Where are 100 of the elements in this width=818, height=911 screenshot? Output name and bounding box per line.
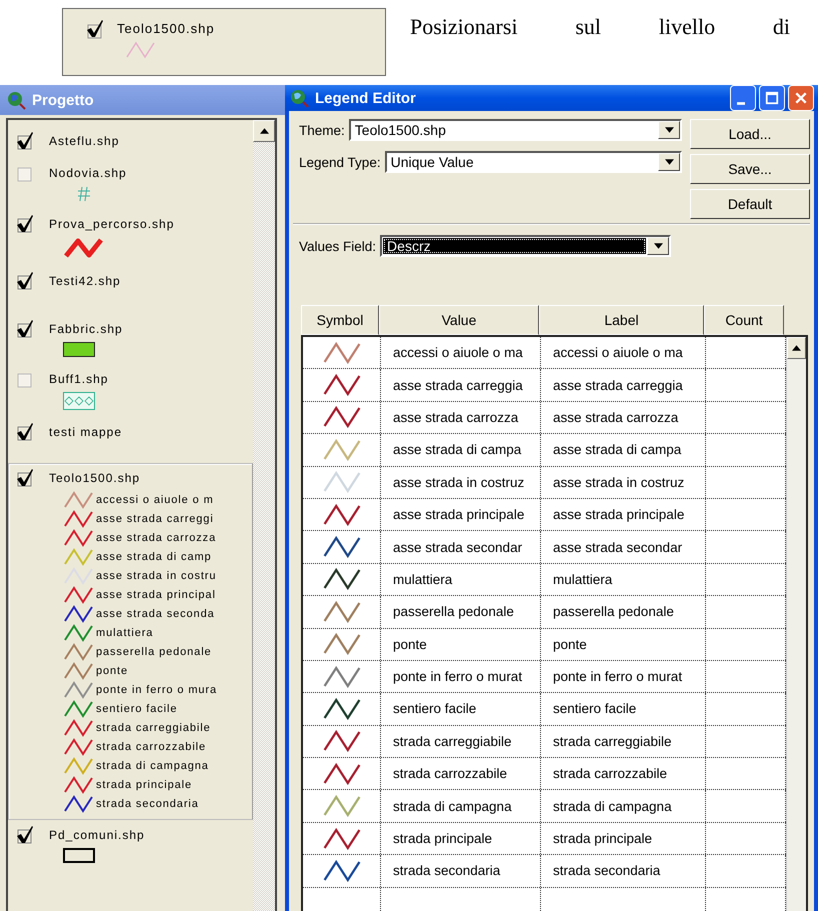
legend-label: strada principale <box>96 778 192 790</box>
theme-dropdown[interactable]: Teolo1500.shp <box>348 119 682 141</box>
zigzag-line-icon <box>125 40 156 60</box>
table-cell: ponte <box>553 636 587 652</box>
legend-label: asse strada principal <box>96 588 216 600</box>
theme-name[interactable]: Fabbric.shp <box>49 322 123 336</box>
legend-label: strada carreggiabile <box>96 722 211 734</box>
legend-label: mulattiera <box>96 626 154 638</box>
table-cell: asse strada in costruz <box>553 474 684 490</box>
field-label: Theme: <box>299 122 345 138</box>
legend-label: asse strada di camp <box>96 550 212 562</box>
table-cell: accessi o aiuole o ma <box>393 345 523 360</box>
close-button[interactable] <box>788 85 814 111</box>
dropdown-arrow-icon <box>664 127 674 133</box>
table-cell: passerella pedonale <box>553 604 674 620</box>
action-button[interactable]: Load... <box>690 119 810 149</box>
scroll-up-button[interactable] <box>253 120 275 142</box>
table-cell: strada carrozzabile <box>553 766 668 782</box>
checkbox[interactable] <box>15 468 35 488</box>
legend-type-dropdown[interactable]: Unique Value <box>384 151 682 173</box>
table-cell: ponte in ferro o murat <box>553 669 682 684</box>
theme-name[interactable]: Prova_percorso.shp <box>49 217 174 231</box>
legend-label: accessi o aiuole o m <box>96 494 214 506</box>
maximize-button[interactable] <box>759 85 785 111</box>
theme-row[interactable] <box>8 463 253 820</box>
table-cell: strada di campagna <box>553 798 672 814</box>
checkbox[interactable] <box>15 214 35 234</box>
table-cell: asse strada di campa <box>393 442 522 458</box>
up-arrow-icon <box>260 128 268 134</box>
close-icon <box>794 91 808 105</box>
table-cell: asse strada secondar <box>393 540 522 555</box>
table-cell: strada carreggiabile <box>393 734 512 749</box>
legend-label: ponte in ferro o mura <box>96 684 218 696</box>
legend-label: asse strada in costru <box>96 570 216 582</box>
table-cell: strada carrozzabile <box>393 766 508 782</box>
legend-label: ponte <box>96 664 128 676</box>
table-cell: ponte <box>393 636 427 652</box>
theme-name[interactable]: Buff1.shp <box>49 372 108 386</box>
legend-label: passerella pedonale <box>96 646 212 658</box>
table-cell: strada principale <box>393 831 492 846</box>
table-cell: strada secondaria <box>553 863 660 878</box>
checkbox[interactable] <box>15 131 35 151</box>
dropdown-arrow-icon <box>664 159 674 165</box>
body-text: Posizionarsi sul livello di <box>410 14 790 40</box>
maximize-icon <box>765 91 779 105</box>
action-button[interactable]: Default <box>690 189 810 219</box>
table-cell: strada di campagna <box>393 798 512 814</box>
table-cell: passerella pedonale <box>393 604 514 620</box>
legend-label: strada secondaria <box>96 798 199 810</box>
table-cell: asse strada carreggia <box>393 378 523 393</box>
table-cell: asse strada carrozza <box>393 410 518 425</box>
scroll-up-button[interactable] <box>787 337 806 359</box>
theme-name[interactable]: Nodovia.shp <box>49 166 127 180</box>
theme-name[interactable]: testi mappe <box>49 425 122 439</box>
legend-label: asse strada carreggi <box>96 512 214 524</box>
table-cell: asse strada principale <box>553 507 684 522</box>
window-title: Progetto <box>32 92 94 108</box>
scrollbar[interactable] <box>786 337 806 911</box>
column-header[interactable]: Count <box>704 305 784 335</box>
table-cell: sentiero facile <box>393 701 476 716</box>
checkbox[interactable] <box>15 422 35 442</box>
table-cell: strada secondaria <box>393 863 500 878</box>
column-header[interactable]: Value <box>379 305 539 335</box>
legend-label: asse strada seconda <box>96 608 215 620</box>
layer-name: Teolo1500.shp <box>117 21 215 36</box>
theme-name[interactable]: Pd_comuni.shp <box>49 828 145 842</box>
window-title: Legend Editor <box>315 90 417 106</box>
theme-name[interactable]: Testi42.shp <box>49 274 121 288</box>
table-cell: sentiero facile <box>553 701 636 716</box>
checkbox[interactable] <box>15 825 35 845</box>
minimize-icon <box>737 102 745 104</box>
action-button[interactable]: Save... <box>690 154 810 184</box>
dropdown-arrow-icon <box>654 243 662 249</box>
table-cell: asse strada principale <box>393 507 524 522</box>
table-cell: mulattiera <box>393 572 452 587</box>
globe-icon <box>289 88 309 108</box>
field-label: Values Field: <box>299 238 376 254</box>
theme-name[interactable]: Teolo1500.shp <box>49 471 140 485</box>
table-cell: asse strada carrozza <box>553 410 678 425</box>
checkbox[interactable] <box>85 19 105 39</box>
field-label: Legend Type: <box>299 154 381 170</box>
values-field-dropdown[interactable]: Descrz <box>380 235 671 257</box>
table-cell: asse strada carreggia <box>553 378 683 393</box>
table-cell: accessi o aiuole o ma <box>553 345 683 360</box>
column-header[interactable]: Label <box>539 305 704 335</box>
legend-label: strada di campagna <box>96 760 209 772</box>
up-arrow-icon <box>792 345 801 351</box>
theme-name[interactable]: Asteflu.shp <box>49 134 120 148</box>
globe-icon <box>6 90 26 110</box>
table-cell: asse strada in costruz <box>393 474 524 490</box>
column-header[interactable]: Symbol <box>301 305 379 335</box>
checkbox[interactable] <box>15 271 35 291</box>
minimize-button[interactable] <box>730 85 756 111</box>
scrollbar[interactable] <box>253 120 275 911</box>
legend-label: sentiero facile <box>96 702 178 714</box>
table-cell: ponte in ferro o murat <box>393 669 522 684</box>
table-cell: mulattiera <box>553 572 612 587</box>
table-cell: asse strada di campa <box>553 442 682 458</box>
legend-label: strada carrozzabile <box>96 740 206 752</box>
checkbox[interactable] <box>15 319 35 339</box>
